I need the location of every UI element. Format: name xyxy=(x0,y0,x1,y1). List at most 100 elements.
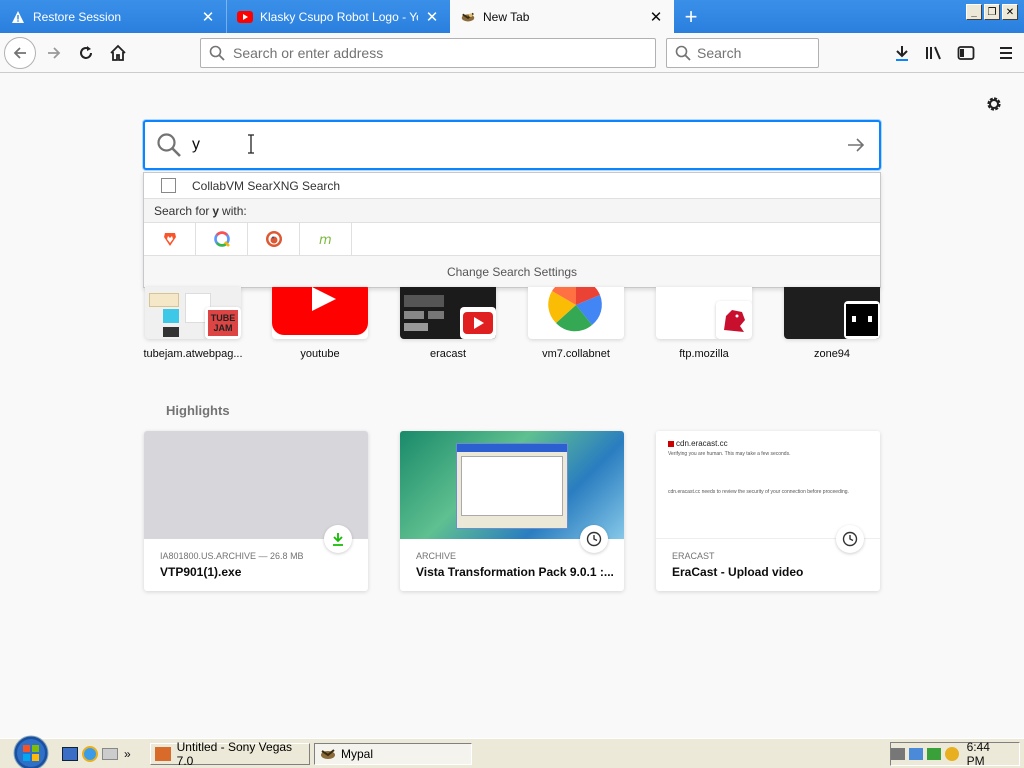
top-site-label: eracast xyxy=(429,348,467,360)
site-thumbnail xyxy=(272,287,368,339)
search-bar[interactable]: Search xyxy=(666,38,819,68)
search-icon xyxy=(675,45,691,61)
card-meta: ERACAST xyxy=(672,551,715,561)
back-button[interactable] xyxy=(4,37,36,69)
search-engines-row: m xyxy=(144,222,880,256)
library-icon xyxy=(926,46,941,60)
downloads-button[interactable] xyxy=(886,37,918,69)
windows-orb-icon xyxy=(13,735,49,768)
start-button[interactable] xyxy=(0,735,52,768)
preview-security-text: cdn.eracast.cc needs to review the secur… xyxy=(668,489,849,495)
reload-button[interactable] xyxy=(70,37,102,69)
chevron-right-icon[interactable]: » xyxy=(124,747,131,761)
download-icon xyxy=(896,46,908,61)
top-site-label: ftp.mozilla xyxy=(679,348,729,360)
forward-button[interactable] xyxy=(38,37,70,69)
show-desktop-icon[interactable] xyxy=(62,746,78,761)
close-tab-icon[interactable]: ✕ xyxy=(648,9,664,26)
search-icon xyxy=(157,133,181,157)
sidebar-icon xyxy=(957,46,975,60)
top-site-tile[interactable]: vm7.collabnet xyxy=(528,287,624,360)
top-site-tile[interactable]: TUBE JAM tubejam.atwebpag... xyxy=(143,287,243,360)
mail-icon[interactable] xyxy=(102,747,118,760)
close-tab-icon[interactable]: ✕ xyxy=(200,9,216,26)
search-placeholder: Search xyxy=(697,45,742,61)
card-preview xyxy=(400,431,624,539)
card-preview: cdn.eracast.cc Verifying you are human. … xyxy=(656,431,880,539)
checkbox-icon xyxy=(161,178,176,193)
go-arrow-icon[interactable] xyxy=(847,136,865,154)
tab-youtube[interactable]: Klasky Csupo Robot Logo - YouTube ✕ xyxy=(226,0,450,33)
mypal-icon xyxy=(319,747,337,761)
internet-explorer-icon[interactable] xyxy=(82,745,98,762)
taskbar-item-mypal[interactable]: Mypal xyxy=(314,743,472,765)
newtab-search-box[interactable]: y xyxy=(143,120,881,170)
brave-engine-button[interactable] xyxy=(144,222,196,256)
quick-launch: » xyxy=(62,745,131,762)
address-placeholder: Search or enter address xyxy=(233,45,384,61)
system-tray: 6:44 PM xyxy=(890,740,1020,768)
search-for-prefix: Search for xyxy=(154,203,210,218)
recycle-icon[interactable] xyxy=(926,748,941,760)
search-for-suffix: with: xyxy=(222,203,247,218)
clock-icon xyxy=(836,525,864,553)
highlight-card[interactable]: cdn.eracast.cc Verifying you are human. … xyxy=(656,431,880,591)
home-button[interactable] xyxy=(102,37,134,69)
download-icon xyxy=(324,525,352,553)
collabnet-pinwheel-icon xyxy=(548,287,602,332)
change-search-settings-button[interactable]: Change Search Settings xyxy=(144,256,880,287)
highlight-card[interactable]: ARCHIVE Vista Transformation Pack 9.0.1 … xyxy=(400,431,624,591)
new-tab-button[interactable]: + xyxy=(674,0,708,33)
library-button[interactable] xyxy=(918,37,950,69)
warning-icon xyxy=(10,9,26,25)
address-bar[interactable]: Search or enter address xyxy=(200,38,656,68)
preview-verify-text: Verifying you are human. This may take a… xyxy=(668,451,791,457)
site-thumbnail xyxy=(784,287,880,339)
tab-new-tab[interactable]: New Tab ✕ xyxy=(450,0,674,33)
top-site-tile[interactable]: eracast xyxy=(400,287,496,360)
site-thumbnail xyxy=(528,287,624,339)
menu-button[interactable] xyxy=(990,37,1022,69)
minimize-button[interactable]: _ xyxy=(966,4,982,20)
close-tab-icon[interactable]: ✕ xyxy=(424,9,440,26)
tab-restore-session[interactable]: Restore Session ✕ xyxy=(0,0,226,33)
network-icon[interactable] xyxy=(908,748,923,760)
sony-vegas-icon xyxy=(155,747,171,761)
mojeek-icon: m xyxy=(319,233,332,247)
preview-url: cdn.eracast.cc xyxy=(676,439,728,448)
card-meta: ARCHIVE xyxy=(416,551,457,561)
qwant-engine-button[interactable] xyxy=(196,222,248,256)
tab-strip: Restore Session ✕ Klasky Csupo Robot Log… xyxy=(0,0,1024,33)
sidebar-button[interactable] xyxy=(950,37,982,69)
printer-icon[interactable] xyxy=(890,748,905,760)
svg-text:m: m xyxy=(319,233,332,247)
highlight-card[interactable]: IA801800.US.ARCHIVE — 26.8 MB VTP901(1).… xyxy=(144,431,368,591)
card-title: Vista Transformation Pack 9.0.1 :... xyxy=(416,565,614,579)
search-for-term: y xyxy=(212,203,220,218)
tab-title: Restore Session xyxy=(33,9,122,24)
card-meta: IA801800.US.ARCHIVE — 26.8 MB xyxy=(160,551,304,561)
restore-button[interactable]: ❐ xyxy=(984,4,1000,20)
tab-title: Klasky Csupo Robot Logo - YouTube xyxy=(260,9,418,24)
search-tray-icon[interactable] xyxy=(944,747,959,761)
site-thumbnail: TUBE JAM xyxy=(145,287,241,339)
window-controls: _ ❐ ✕ xyxy=(966,4,1018,20)
tab-title: New Tab xyxy=(483,9,530,24)
top-site-tile[interactable]: ftp.mozilla xyxy=(656,287,752,360)
suggestion-item[interactable]: CollabVM SearXNG Search xyxy=(144,173,880,199)
taskbar: » Untitled - Sony Vegas 7.0 Mypal 6:44 P… xyxy=(0,735,1024,768)
top-site-tile[interactable]: youtube xyxy=(272,287,368,360)
clock[interactable]: 6:44 PM xyxy=(967,740,1011,768)
card-preview xyxy=(144,431,368,539)
taskbar-item-sony-vegas[interactable]: Untitled - Sony Vegas 7.0 xyxy=(150,740,310,768)
duckduckgo-engine-button[interactable] xyxy=(248,222,300,256)
close-window-button[interactable]: ✕ xyxy=(1002,4,1018,20)
hamburger-menu-icon xyxy=(1000,47,1012,59)
top-site-tile[interactable]: zone94 xyxy=(784,287,880,360)
mojeek-engine-button[interactable]: m xyxy=(300,222,352,256)
brave-icon xyxy=(163,233,176,246)
change-search-settings-label: Change Search Settings xyxy=(446,264,578,279)
customize-gear-icon[interactable] xyxy=(984,94,1004,114)
forward-arrow-icon xyxy=(48,47,61,59)
back-arrow-icon xyxy=(13,47,26,59)
